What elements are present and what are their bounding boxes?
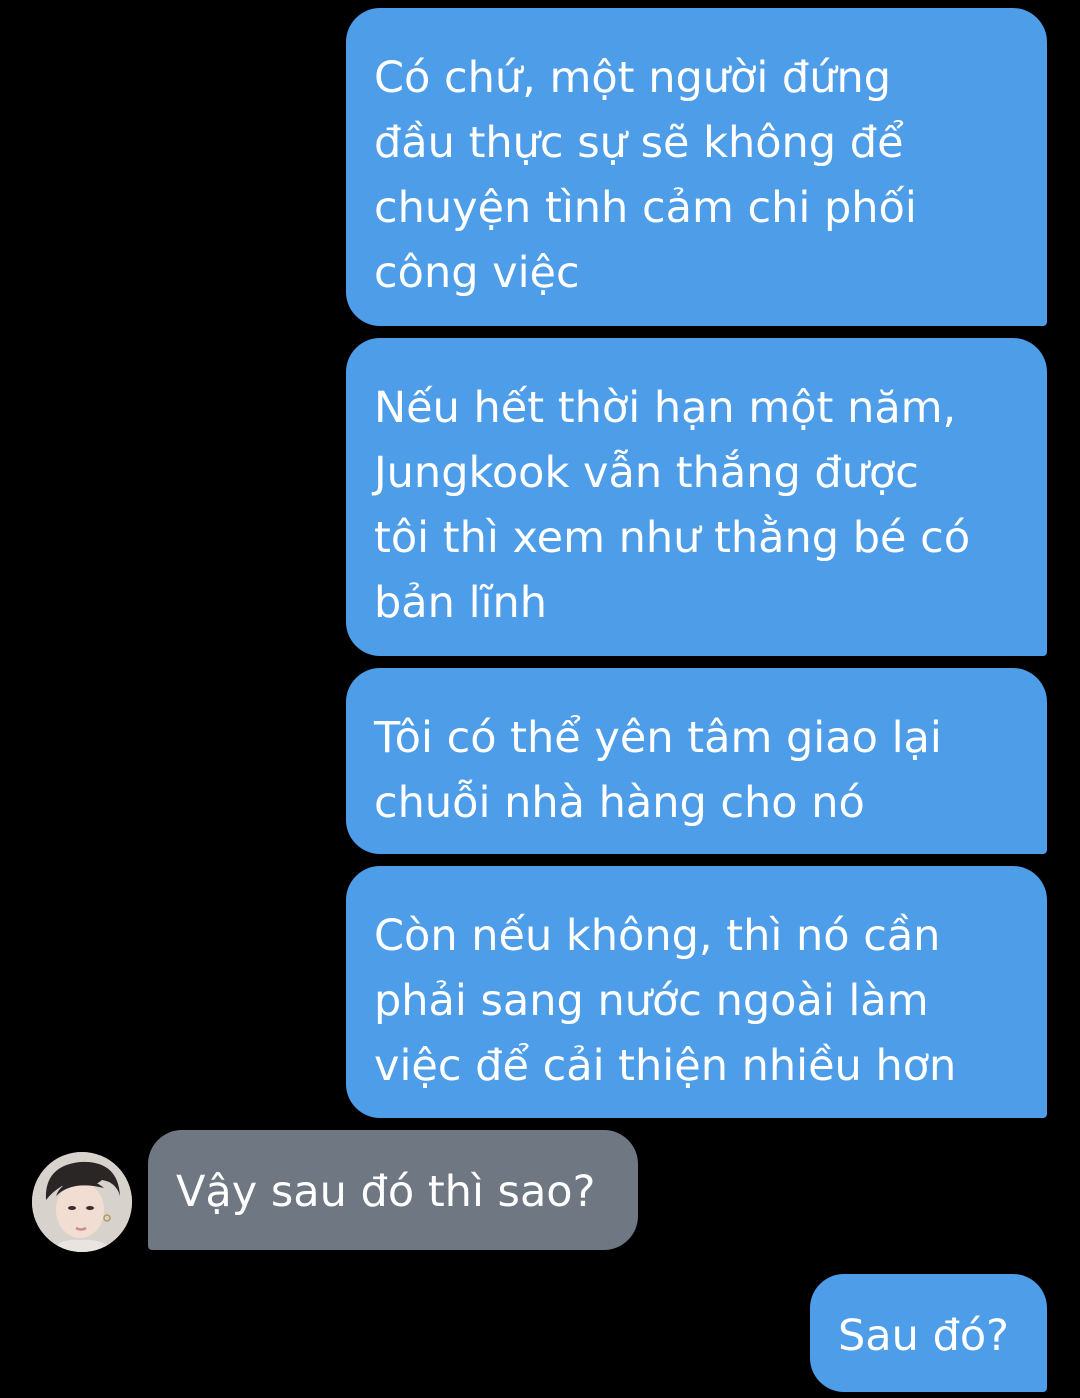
message-line: Nếu hết thời hạn một năm, [374, 383, 957, 433]
message-line: việc để cải thiện nhiều hơn [374, 1041, 957, 1091]
message-line: chuyện tình cảm chi phối [374, 183, 917, 233]
message-line: phải sang nước ngoài làm [374, 976, 929, 1026]
message-line: đầu thực sự sẽ không để [374, 118, 904, 168]
message-line: chuỗi nhà hàng cho nó [374, 778, 865, 828]
avatar-photo-icon [32, 1152, 132, 1252]
message-line: Có chứ, một người đứng [374, 53, 892, 103]
message-line: Vậy sau đó thì sao? [176, 1167, 596, 1217]
message-bubble-sent[interactable]: Còn nếu không, thì nó cần phải sang nước… [346, 866, 1047, 1118]
message-line: tôi thì xem như thằng bé có [374, 513, 971, 563]
message-bubble-sent[interactable]: Có chứ, một người đứng đầu thực sự sẽ kh… [346, 8, 1047, 326]
message-line: Jungkook vẫn thắng được [374, 448, 919, 498]
message-bubble-sent[interactable]: Sau đó? [810, 1274, 1047, 1392]
message-line: Tôi có thể yên tâm giao lại [374, 713, 942, 763]
message-line: công việc [374, 248, 580, 298]
message-bubble-received[interactable]: Vậy sau đó thì sao? [148, 1130, 638, 1250]
message-bubble-sent[interactable]: Tôi có thể yên tâm giao lại chuỗi nhà hà… [346, 668, 1047, 854]
message-line: Sau đó? [838, 1311, 1009, 1361]
message-line: bản lĩnh [374, 578, 547, 628]
message-bubble-sent[interactable]: Nếu hết thời hạn một năm, Jungkook vẫn t… [346, 338, 1047, 656]
message-line: Còn nếu không, thì nó cần [374, 911, 941, 961]
contact-avatar[interactable] [32, 1152, 132, 1252]
